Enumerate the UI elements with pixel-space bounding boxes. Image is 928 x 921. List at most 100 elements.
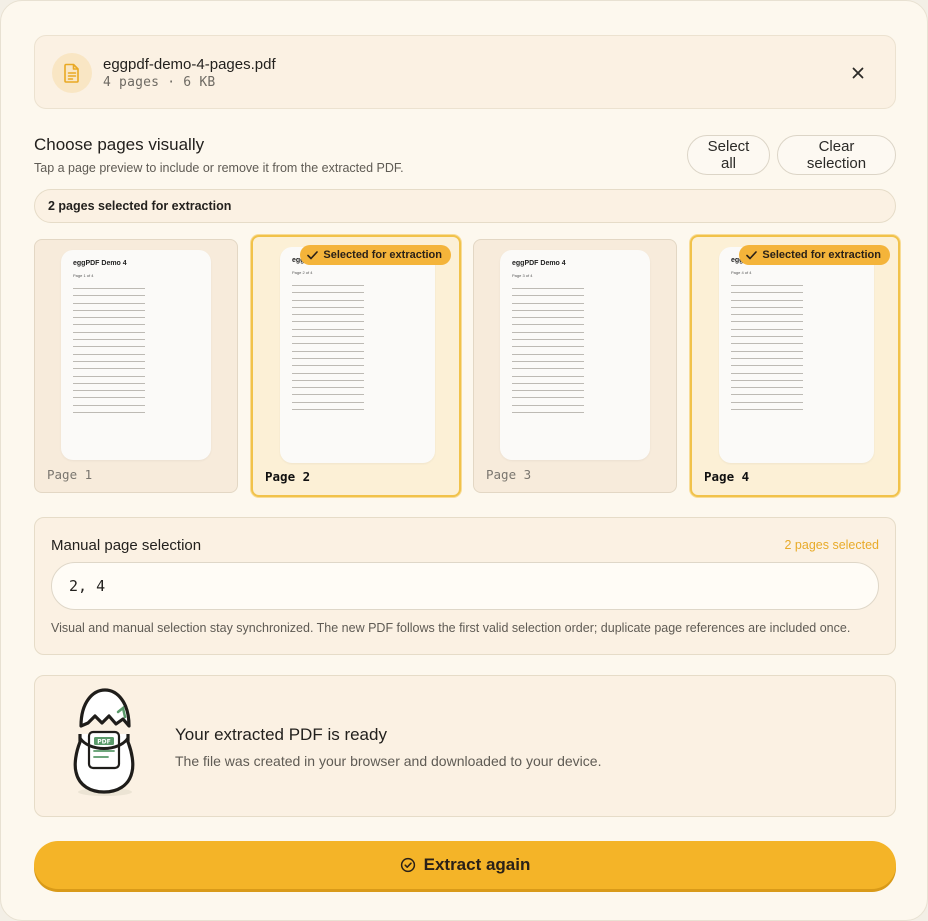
preview-text-line bbox=[512, 360, 584, 362]
preview-text-line bbox=[292, 285, 364, 286]
preview-text-line bbox=[731, 299, 803, 301]
preview-text-line bbox=[731, 321, 803, 323]
preview-text-line bbox=[512, 397, 584, 399]
selected-badge: Selected for extraction bbox=[300, 245, 451, 265]
preview-text-line bbox=[73, 368, 145, 370]
result-subtitle: The file was created in your browser and… bbox=[175, 753, 602, 769]
preview-text-line bbox=[73, 339, 145, 341]
page-label: Page 1 bbox=[47, 467, 93, 482]
preview-text-line bbox=[292, 299, 364, 301]
preview-lines bbox=[512, 288, 584, 419]
egg-pdf-label: PDF bbox=[97, 739, 110, 746]
preview-text-line bbox=[512, 390, 584, 392]
preview-text-line bbox=[292, 343, 364, 345]
preview-text-line bbox=[731, 365, 803, 367]
preview-subtitle: Page 4 of 4 bbox=[731, 270, 752, 275]
page-label: Page 3 bbox=[486, 467, 532, 482]
egg-pdf-icon: PDF bbox=[73, 688, 135, 796]
check-circle-icon bbox=[400, 857, 415, 873]
preview-title: eggPDF Demo 4 bbox=[73, 260, 127, 267]
preview-text-line bbox=[512, 339, 584, 341]
preview-text-line bbox=[73, 397, 145, 399]
result-panel: PDF Your extracted PDF is ready The file… bbox=[34, 675, 896, 817]
selected-badge: Selected for extraction bbox=[739, 245, 890, 265]
preview-lines bbox=[73, 288, 145, 419]
preview-text-line bbox=[292, 394, 364, 396]
preview-text-line bbox=[731, 292, 803, 294]
preview-text-line bbox=[731, 379, 803, 381]
extract-again-label: Extract again bbox=[423, 855, 531, 874]
preview-text-line bbox=[292, 387, 364, 389]
document-icon bbox=[52, 53, 92, 93]
check-icon bbox=[746, 250, 758, 259]
page-thumbnail-1[interactable]: eggPDF Demo 4 Page 1 of 4 Page 1 bbox=[34, 239, 238, 493]
page-range-input[interactable] bbox=[51, 562, 879, 610]
preview-text-line bbox=[731, 387, 803, 389]
preview-text-line bbox=[292, 372, 364, 374]
preview-text-line bbox=[731, 336, 803, 338]
preview-text-line bbox=[73, 412, 145, 414]
file-meta: 4 pages · 6 KB bbox=[103, 75, 216, 90]
preview-title: eggPDF Demo 4 bbox=[512, 260, 566, 267]
preview-text-line bbox=[731, 314, 803, 316]
preview-subtitle: Page 2 of 4 bbox=[292, 270, 313, 275]
preview-text-line bbox=[292, 314, 364, 316]
preview-text-line bbox=[512, 302, 584, 304]
preview-text-line bbox=[73, 390, 145, 392]
page-thumbnail-2[interactable]: eggPDF Demo 4 Page 2 of 4 Selected for e… bbox=[251, 235, 461, 497]
preview-text-line bbox=[731, 372, 803, 374]
preview-text-line bbox=[512, 404, 584, 406]
preview-subtitle: Page 3 of 4 bbox=[512, 273, 533, 278]
preview-text-line bbox=[512, 382, 584, 384]
preview-text-line bbox=[512, 412, 584, 414]
preview-text-line bbox=[512, 368, 584, 370]
preview-text-line bbox=[731, 401, 803, 403]
manual-help: Visual and manual selection stay synchro… bbox=[51, 621, 851, 635]
preview-text-line bbox=[292, 306, 364, 308]
extract-again-button[interactable]: Extract again bbox=[34, 841, 896, 889]
preview-text-line bbox=[292, 401, 364, 403]
clear-selection-button[interactable]: Clear selection bbox=[777, 135, 896, 175]
preview-text-line bbox=[73, 382, 145, 384]
manual-selection-panel: Manual page selection 2 pages selected V… bbox=[34, 517, 896, 655]
section-title: Choose pages visually bbox=[34, 135, 205, 154]
preview-text-line bbox=[731, 357, 803, 359]
selection-summary: 2 pages selected for extraction bbox=[34, 189, 896, 223]
preview-text-line bbox=[512, 375, 584, 377]
preview-lines bbox=[292, 285, 364, 416]
preview-text-line bbox=[73, 331, 145, 333]
preview-text-line bbox=[73, 360, 145, 362]
preview-text-line bbox=[292, 292, 364, 294]
page-label: Page 4 bbox=[704, 469, 750, 484]
result-title: Your extracted PDF is ready bbox=[175, 725, 387, 744]
preview-text-line bbox=[512, 353, 584, 355]
preview-text-line bbox=[512, 309, 584, 311]
preview-text-line bbox=[73, 324, 145, 326]
preview-text-line bbox=[73, 309, 145, 311]
page-thumbnail-3[interactable]: eggPDF Demo 4 Page 3 of 4 Page 3 bbox=[473, 239, 677, 493]
page-thumbnail-4[interactable]: eggPDF Demo 4 Page 4 of 4 Selected for e… bbox=[690, 235, 900, 497]
page-preview: eggPDF Demo 4 Page 1 of 4 bbox=[61, 250, 211, 460]
close-button[interactable] bbox=[847, 62, 869, 84]
preview-text-line bbox=[73, 404, 145, 406]
page-preview: eggPDF Demo 4 Page 3 of 4 bbox=[500, 250, 650, 460]
preview-text-line bbox=[731, 350, 803, 352]
page-label: Page 2 bbox=[265, 469, 311, 484]
preview-text-line bbox=[512, 324, 584, 326]
preview-text-line bbox=[292, 409, 364, 411]
preview-text-line bbox=[73, 288, 145, 289]
close-icon bbox=[852, 67, 864, 79]
preview-text-line bbox=[73, 346, 145, 348]
preview-text-line bbox=[73, 295, 145, 297]
preview-text-line bbox=[731, 328, 803, 330]
preview-text-line bbox=[292, 365, 364, 367]
check-icon bbox=[307, 250, 319, 259]
preview-text-line bbox=[512, 331, 584, 333]
select-all-button[interactable]: Select all bbox=[687, 135, 770, 175]
preview-text-line bbox=[292, 357, 364, 359]
preview-text-line bbox=[73, 302, 145, 304]
file-name: eggpdf-demo-4-pages.pdf bbox=[103, 56, 276, 73]
preview-text-line bbox=[731, 409, 803, 411]
preview-text-line bbox=[292, 336, 364, 338]
preview-text-line bbox=[73, 353, 145, 355]
